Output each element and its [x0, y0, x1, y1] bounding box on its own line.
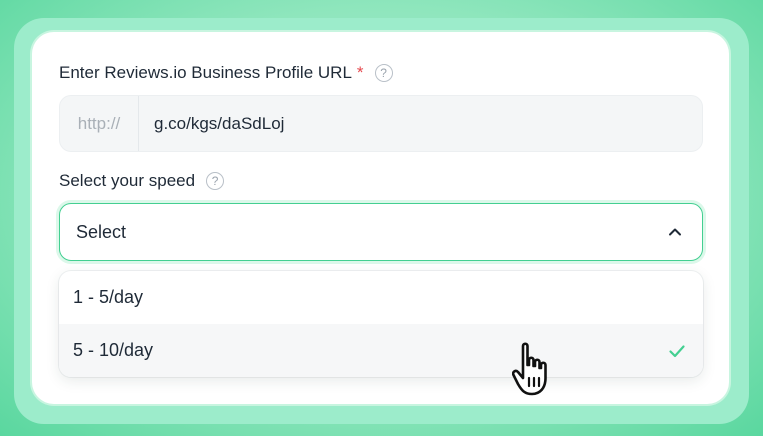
speed-select[interactable]: Select	[59, 203, 703, 261]
url-field-label: Enter Reviews.io Business Profile URL * …	[59, 63, 393, 83]
speed-option-5-10[interactable]: 5 - 10/day	[59, 324, 703, 377]
required-asterisk: *	[356, 63, 364, 82]
question-circle-icon[interactable]: ?	[374, 64, 393, 82]
option-label: 5 - 10/day	[73, 340, 154, 360]
speed-label-text: Select your speed	[59, 171, 196, 190]
speed-field-label: Select your speed ?	[59, 171, 225, 191]
speed-dropdown-menu: 1 - 5/day 5 - 10/day	[59, 271, 703, 377]
checkmark-icon	[669, 344, 685, 357]
form-card: Enter Reviews.io Business Profile URL * …	[32, 32, 729, 404]
url-label-text: Enter Reviews.io Business Profile URL	[59, 63, 352, 82]
url-input-value[interactable]: g.co/kgs/daSdLoj	[139, 114, 284, 134]
option-label: 1 - 5/day	[73, 287, 144, 307]
url-input[interactable]: http:// g.co/kgs/daSdLoj	[59, 95, 703, 152]
speed-select-value: Select	[76, 221, 127, 242]
hand-pointer-cursor-icon	[512, 342, 547, 396]
question-circle-icon[interactable]: ?	[206, 172, 225, 190]
url-prefix: http://	[60, 96, 139, 151]
chevron-up-icon	[669, 228, 681, 236]
speed-option-1-5[interactable]: 1 - 5/day	[59, 271, 703, 324]
